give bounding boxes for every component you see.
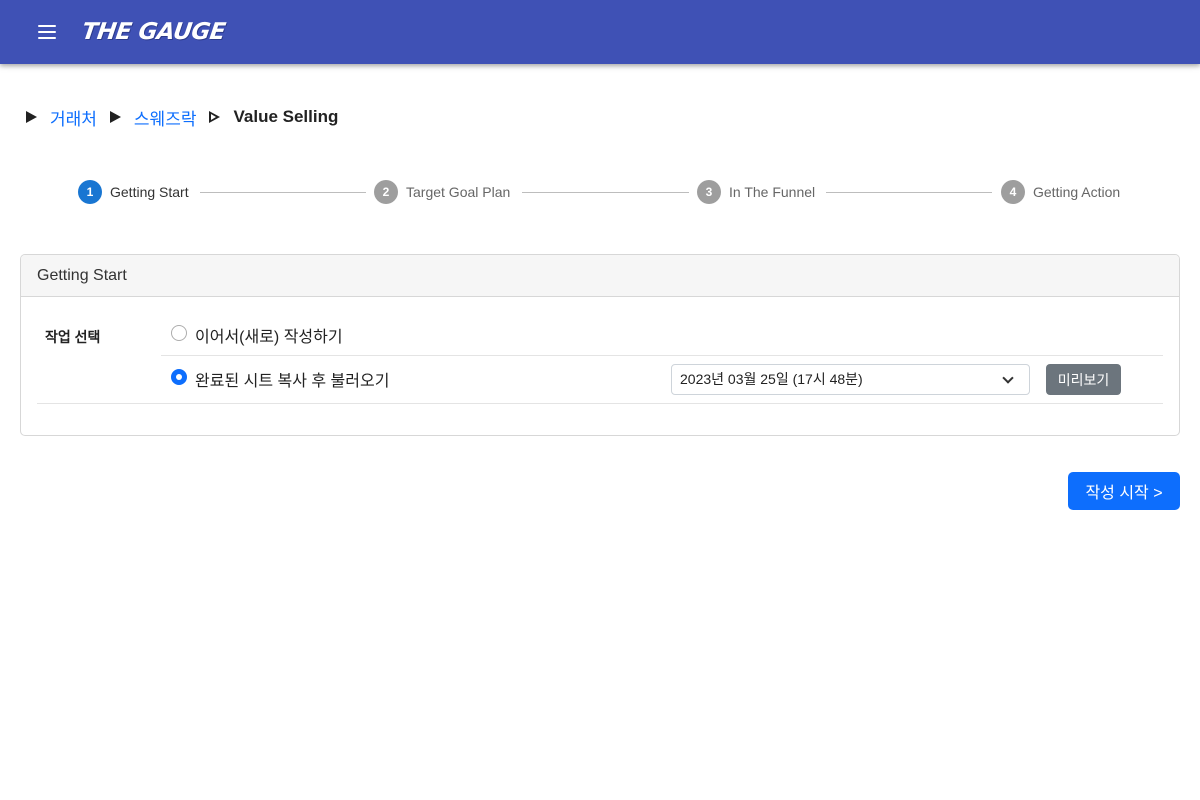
step-label: Getting Action <box>1033 184 1121 200</box>
step-number-badge: 2 <box>374 180 398 204</box>
step-connector <box>200 192 366 193</box>
breadcrumb-item-current: Value Selling <box>233 107 339 126</box>
preview-button[interactable]: 미리보기 <box>1046 364 1121 395</box>
getting-start-card: Getting Start 작업 선택 이어서(새로) 작성하기 완료된 시트 … <box>20 254 1180 436</box>
step-target-goal-plan[interactable]: 2 Target Goal Plan <box>374 180 510 204</box>
triangle-right-icon <box>26 111 37 123</box>
progress-stepper: 1 Getting Start 2 Target Goal Plan 3 In … <box>78 180 1128 205</box>
step-label: Target Goal Plan <box>406 184 511 200</box>
step-connector <box>826 192 992 193</box>
card-title: Getting Start <box>21 255 1179 297</box>
task-select-label: 작업 선택 <box>45 329 101 345</box>
app-bar: THE GAUGE <box>0 0 1200 64</box>
step-in-the-funnel[interactable]: 3 In The Funnel <box>697 180 815 204</box>
step-label: In The Funnel <box>729 184 816 200</box>
breadcrumb-item-company[interactable]: 스웨즈락 <box>134 105 197 130</box>
breadcrumb-item-client[interactable]: 거래처 <box>50 105 97 130</box>
step-connector <box>522 192 689 193</box>
step-getting-action[interactable]: 4 Getting Action <box>1001 180 1120 204</box>
completed-sheet-select[interactable]: 2023년 03월 25일 (17시 48분) <box>671 364 1030 395</box>
card-body: 작업 선택 이어서(새로) 작성하기 완료된 시트 복사 후 불러오기 2023… <box>21 297 1179 435</box>
triangle-right-outline-icon <box>209 111 221 123</box>
option-label-continue[interactable]: 이어서(새로) 작성하기 <box>195 323 343 347</box>
chevron-down-icon <box>1002 372 1014 384</box>
radio-copy-completed-sheet[interactable] <box>171 369 187 385</box>
step-number-badge: 3 <box>697 180 721 204</box>
triangle-right-icon <box>109 111 121 123</box>
radio-continue-writing[interactable] <box>171 325 187 341</box>
start-writing-button[interactable]: 작성 시작 > <box>1068 472 1180 510</box>
step-number-badge: 4 <box>1001 180 1025 204</box>
option-label-copy[interactable]: 완료된 시트 복사 후 불러오기 <box>195 367 389 391</box>
step-label: Getting Start <box>110 184 189 200</box>
option-row-continue: 이어서(새로) 작성하기 <box>161 315 1163 356</box>
breadcrumb: 거래처 스웨즈락 Value Selling <box>26 104 338 130</box>
app-logo[interactable]: THE GAUGE <box>80 17 227 47</box>
step-number-badge: 1 <box>78 180 102 204</box>
step-getting-start[interactable]: 1 Getting Start <box>78 180 189 204</box>
completed-sheet-select-value: 2023년 03월 25일 (17시 48분) <box>680 371 863 387</box>
hamburger-menu-icon[interactable] <box>36 23 58 41</box>
